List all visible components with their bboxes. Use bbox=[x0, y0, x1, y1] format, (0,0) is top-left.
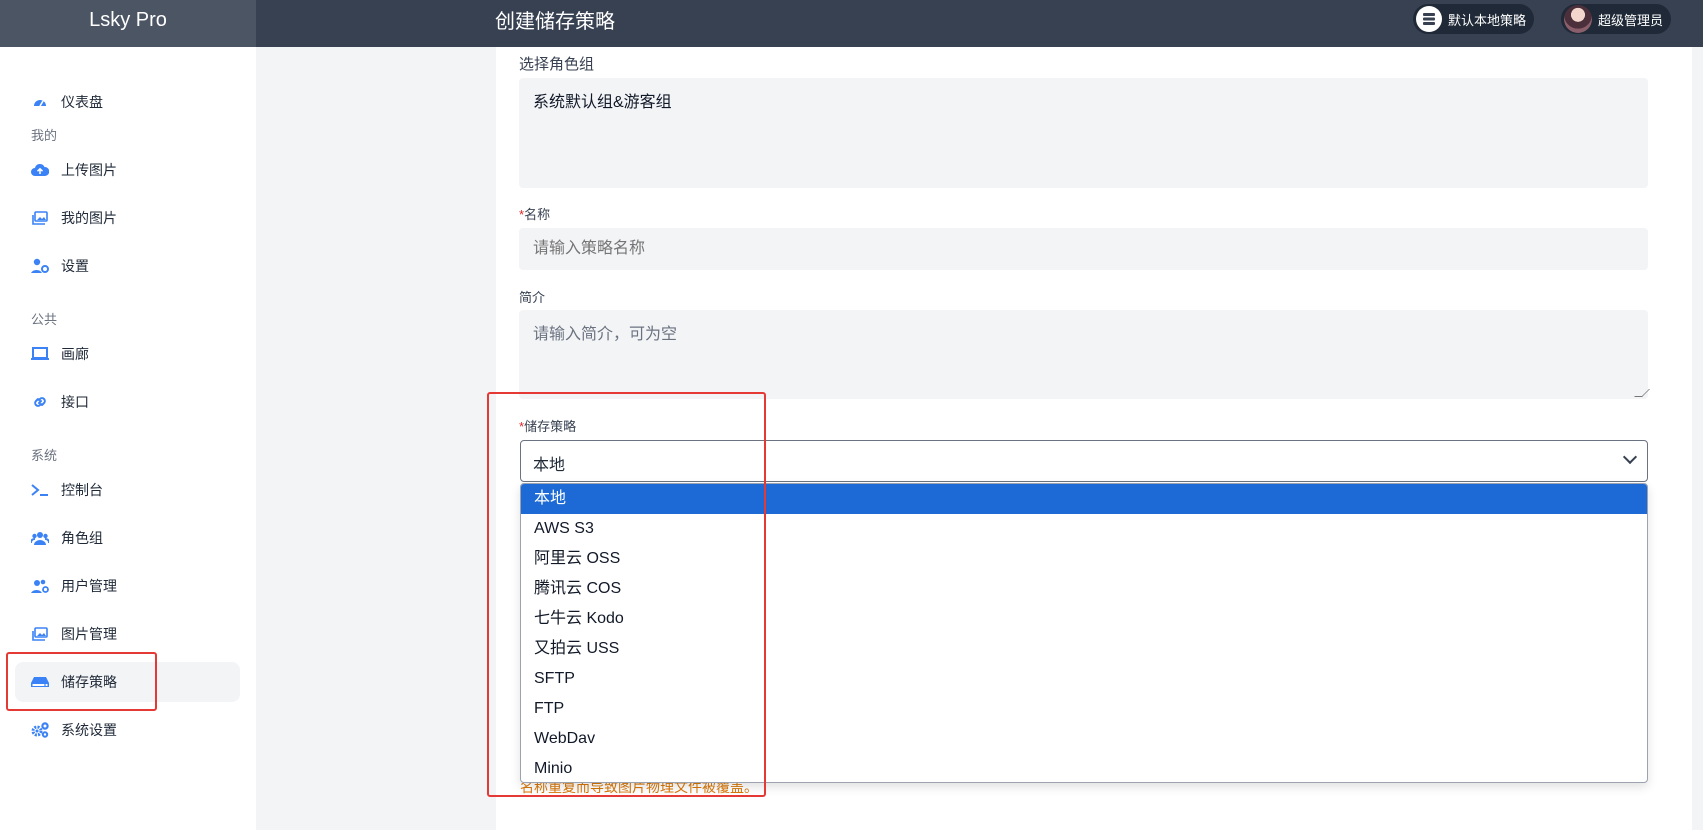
cloud-upload-icon bbox=[31, 161, 49, 179]
sidebar-item-label: 仪表盘 bbox=[61, 94, 103, 110]
sidebar-item-console[interactable]: 控制台 bbox=[15, 470, 240, 510]
section-label-system: 系统 bbox=[31, 448, 58, 463]
role-group-select[interactable]: 系统默认组&游客组 bbox=[519, 78, 1648, 188]
name-input[interactable] bbox=[519, 228, 1648, 270]
chevron-down-icon bbox=[1622, 449, 1638, 465]
terminal-icon bbox=[31, 481, 49, 499]
sidebar-item-upload[interactable]: 上传图片 bbox=[15, 150, 240, 190]
sidebar: 仪表盘 我的 上传图片 我的图片 设置 公共 画廊 接口 系统 控制台 角色组 … bbox=[0, 47, 256, 830]
user-menu-button[interactable]: 超级管理员 bbox=[1561, 4, 1672, 34]
default-strategy-label: 默认本地策略 bbox=[1448, 12, 1527, 28]
sidebar-item-settings[interactable]: 设置 bbox=[15, 246, 240, 286]
sidebar-item-my-images[interactable]: 我的图片 bbox=[15, 198, 240, 238]
intro-textarea[interactable]: 请输入简介，可为空 bbox=[519, 310, 1650, 399]
images-icon bbox=[31, 625, 49, 643]
role-group-label: 选择角色组 bbox=[519, 56, 595, 73]
default-strategy-button[interactable]: 默认本地策略 bbox=[1413, 4, 1535, 34]
resize-handle[interactable] bbox=[1634, 389, 1650, 397]
users-icon bbox=[31, 529, 49, 547]
top-bar: Lsky Pro 创建储存策略 默认本地策略 超级管理员 bbox=[0, 0, 1703, 47]
sidebar-item-label: 设置 bbox=[61, 258, 89, 274]
section-label-public: 公共 bbox=[31, 312, 58, 327]
sidebar-item-label: 我的图片 bbox=[61, 210, 117, 226]
gears-icon bbox=[31, 721, 49, 739]
sidebar-item-label: 画廊 bbox=[61, 346, 89, 362]
sidebar-item-roles[interactable]: 角色组 bbox=[15, 518, 240, 558]
user-name: 超级管理员 bbox=[1598, 12, 1664, 28]
page-title: 创建储存策略 bbox=[495, 11, 615, 33]
sidebar-item-users[interactable]: 用户管理 bbox=[15, 566, 240, 606]
sidebar-item-label: 上传图片 bbox=[61, 162, 117, 178]
sidebar-item-label: 接口 bbox=[61, 394, 89, 410]
sidebar-item-label: 角色组 bbox=[61, 530, 103, 546]
role-group-option[interactable]: 系统默认组&游客组 bbox=[533, 94, 672, 111]
highlight-box-dropdown bbox=[487, 392, 766, 797]
intro-placeholder: 请输入简介，可为空 bbox=[533, 326, 678, 343]
name-label: *名称 bbox=[519, 207, 551, 222]
sidebar-item-api[interactable]: 接口 bbox=[15, 382, 240, 422]
sidebar-item-label: 控制台 bbox=[61, 482, 103, 498]
avatar bbox=[1564, 5, 1592, 33]
sidebar-item-label: 系统设置 bbox=[61, 722, 117, 738]
sidebar-item-system-settings[interactable]: 系统设置 bbox=[15, 710, 240, 750]
images-icon bbox=[31, 209, 49, 227]
database-icon bbox=[1416, 6, 1442, 32]
laptop-icon bbox=[31, 345, 49, 363]
user-gear-icon bbox=[31, 257, 49, 275]
sidebar-item-images[interactable]: 图片管理 bbox=[15, 614, 240, 654]
intro-label: 简介 bbox=[519, 290, 546, 305]
section-label-mine: 我的 bbox=[31, 128, 58, 143]
sidebar-item-gallery[interactable]: 画廊 bbox=[15, 334, 240, 374]
highlight-box-sidebar bbox=[6, 652, 157, 711]
link-icon bbox=[31, 393, 49, 411]
sidebar-item-label: 图片管理 bbox=[61, 626, 117, 642]
users-gear-icon bbox=[31, 577, 49, 595]
brand-logo[interactable]: Lsky Pro bbox=[0, 0, 256, 47]
sidebar-item-label: 用户管理 bbox=[61, 578, 117, 594]
sidebar-item-dashboard[interactable]: 仪表盘 bbox=[15, 82, 240, 122]
gauge-icon bbox=[31, 93, 49, 111]
